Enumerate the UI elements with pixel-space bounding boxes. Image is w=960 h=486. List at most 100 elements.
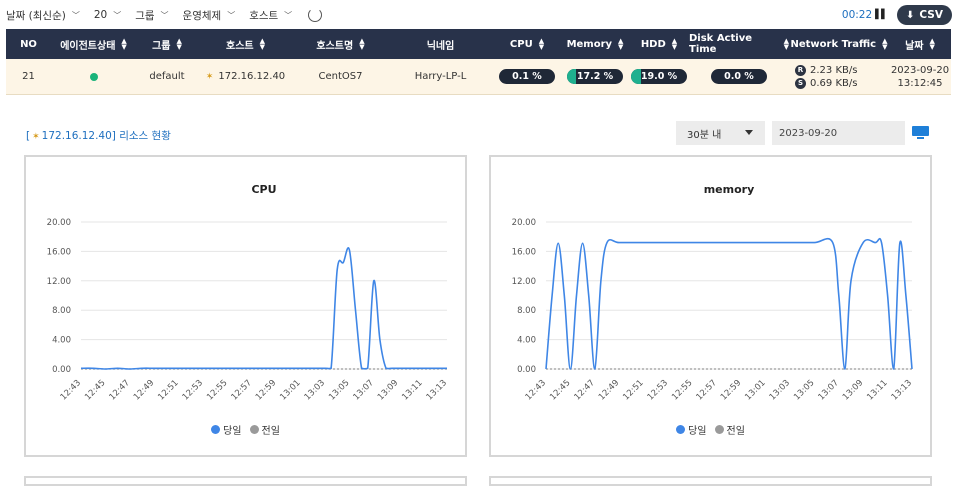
refresh-timer: 00:22	[842, 9, 872, 21]
col-cpu[interactable]: CPU▲▼	[493, 29, 561, 59]
pause-icon[interactable]: ▌▌	[875, 10, 887, 20]
select-value: 30분 내	[687, 126, 721, 141]
x-tick-label: 13:07	[352, 378, 376, 402]
cell-disk-active: 0.0 %	[689, 59, 789, 94]
x-tick-label: 13:11	[400, 378, 424, 402]
col-no: NO	[6, 29, 51, 59]
host-table: NO 에이전트상태▲▼ 그룹▲▼ 호스트▲▼ 호스트명▲▼ 닉네임 CPU▲▼ …	[6, 29, 951, 95]
legend-today[interactable]: 당일	[676, 422, 706, 437]
series-today-line	[81, 248, 447, 369]
x-tick-label: 12:47	[573, 378, 597, 402]
refresh-icon[interactable]	[308, 8, 322, 22]
cpu-chart-panel: CPU20.0016.0012.008.004.000.0012:4312:45…	[24, 155, 467, 457]
col-label: Disk Active Time	[689, 33, 778, 55]
sort-icon[interactable]: ▲▼	[618, 38, 623, 50]
filter-os[interactable]: 운영체제 ﹀	[183, 8, 236, 23]
usage-value: 19.0 %	[641, 71, 677, 82]
disk-usage-pill: 0.0 %	[711, 69, 767, 84]
x-tick-label: 12:57	[230, 378, 254, 402]
col-label: 호스트	[226, 37, 254, 52]
sort-icon[interactable]: ▲▼	[882, 38, 887, 50]
sort-icon[interactable]: ▲▼	[539, 38, 544, 50]
x-tick-label: 12:49	[132, 378, 156, 402]
col-hostname[interactable]: 호스트명▲▼	[293, 29, 388, 59]
y-tick-label: 4.00	[52, 336, 71, 346]
col-group[interactable]: 그룹▲▼	[136, 29, 198, 59]
table-header: NO 에이전트상태▲▼ 그룹▲▼ 호스트▲▼ 호스트명▲▼ 닉네임 CPU▲▼ …	[6, 29, 951, 59]
col-disk-active[interactable]: Disk Active Time▲▼	[689, 29, 789, 59]
cell-host[interactable]: ✶ 172.16.12.40	[198, 59, 293, 94]
x-tick-label: 13:03	[303, 378, 327, 402]
filter-host[interactable]: 호스트﹀	[249, 8, 292, 23]
x-tick-label: 12:47	[108, 378, 132, 402]
sort-icon[interactable]: ▲▼	[260, 38, 265, 50]
x-tick-label: 13:03	[768, 378, 792, 402]
filter-label: 호스트	[249, 8, 278, 23]
col-memory[interactable]: Memory▲▼	[561, 29, 629, 59]
col-agent-status[interactable]: 에이전트상태▲▼	[51, 29, 136, 59]
chart-title: memory	[704, 183, 755, 196]
cell-nickname: Harry-LP-L	[388, 59, 493, 94]
time-range-select[interactable]: 30분 내	[676, 121, 765, 145]
col-date[interactable]: 날짜 ▲▼	[889, 29, 951, 59]
x-tick-label: 12:57	[695, 378, 719, 402]
download-icon: ⬇	[906, 10, 914, 21]
chevron-down-icon: ﹀	[227, 10, 235, 21]
usage-value: 0.1 %	[512, 71, 542, 82]
filter-label: 운영체제	[183, 8, 222, 23]
net-send: 0.69 KB/s	[810, 77, 857, 90]
cell-memory: 17.2 %	[561, 59, 629, 94]
memory-usage-pill: 17.2 %	[567, 69, 623, 84]
host-ip: 172.16.12.40	[218, 71, 285, 82]
y-tick-label: 20.00	[512, 218, 536, 228]
x-tick-label: 12:59	[719, 378, 743, 402]
x-tick-label: 12:45	[83, 378, 107, 402]
y-tick-label: 4.00	[517, 336, 536, 346]
date-input[interactable]: 2023-09-20	[772, 121, 905, 145]
x-tick-label: 12:59	[254, 378, 278, 402]
col-hdd[interactable]: HDD▲▼	[629, 29, 689, 59]
x-tick-label: 12:53	[181, 378, 205, 402]
col-label: 닉네임	[427, 37, 455, 52]
csv-export-button[interactable]: ⬇ CSV	[897, 5, 952, 25]
x-tick-label: 12:51	[156, 378, 180, 402]
x-tick-label: 12:43	[59, 378, 83, 402]
usage-value: 0.0 %	[724, 71, 754, 82]
filter-group[interactable]: 그룹﹀	[135, 8, 168, 23]
legend-dot-icon	[715, 425, 724, 434]
col-network[interactable]: Network Traffic▲▼	[789, 29, 889, 59]
legend-yesterday[interactable]: 전일	[715, 422, 745, 437]
chevron-down-icon: ﹀	[161, 10, 169, 21]
receive-badge-icon: R	[795, 65, 806, 76]
legend-today[interactable]: 당일	[211, 422, 241, 437]
legend-label: 당일	[688, 422, 706, 437]
x-tick-label: 12:55	[205, 378, 229, 402]
date-value: 2023-09-20	[891, 64, 949, 77]
col-nickname[interactable]: 닉네임	[388, 29, 493, 59]
table-row[interactable]: 21 default ✶172.16.12.40 CentOS7 Harry-L…	[6, 59, 951, 95]
x-tick-label: 12:51	[621, 378, 645, 402]
legend-dot-icon	[250, 425, 259, 434]
y-tick-label: 20.00	[47, 218, 71, 228]
y-tick-label: 0.00	[52, 365, 71, 375]
host-os-icon: ✶	[206, 72, 214, 82]
x-tick-label: 13:05	[792, 378, 816, 402]
sort-icon[interactable]: ▲▼	[672, 38, 677, 50]
col-label: 날짜	[905, 37, 923, 52]
sort-icon[interactable]: ▲▼	[177, 38, 182, 50]
filter-date-order[interactable]: 날짜 (최신순)﹀	[6, 8, 80, 23]
col-host[interactable]: 호스트 ▲▼	[198, 29, 293, 59]
chart-legend: 당일 전일	[26, 422, 465, 437]
sort-icon[interactable]: ▲▼	[121, 38, 126, 50]
x-tick-label: 13:01	[278, 378, 302, 402]
y-tick-label: 16.00	[512, 247, 536, 257]
sort-icon[interactable]: ▲▼	[359, 38, 364, 50]
filter-page-size[interactable]: 20﹀	[94, 9, 121, 21]
y-tick-label: 8.00	[52, 306, 71, 316]
cell-hdd: 19.0 %	[629, 59, 689, 94]
chart-legend: 당일 전일	[491, 422, 930, 437]
monitor-icon[interactable]	[912, 126, 929, 139]
legend-yesterday[interactable]: 전일	[250, 422, 280, 437]
chart-panel-next	[24, 476, 467, 486]
sort-icon[interactable]: ▲▼	[930, 38, 935, 50]
